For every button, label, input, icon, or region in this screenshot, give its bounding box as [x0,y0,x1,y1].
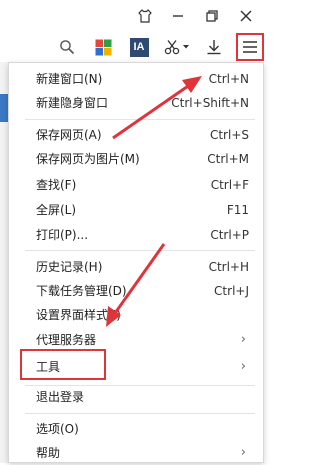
menu-item-label: 全屏(L) [36,203,77,217]
menu-item-new-window[interactable]: 新建窗口(N) Ctrl+N [9,67,263,91]
menu-item-find[interactable]: 查找(F) Ctrl+F [9,173,263,197]
menu-item-label: 帮助 [36,446,61,460]
main-menu: 新建窗口(N) Ctrl+N 新建隐身窗口 Ctrl+Shift+N 保存网页(… [8,62,264,463]
menu-item-label: 历史记录(H) [36,260,103,274]
menu-item-shortcut: Ctrl+M [207,152,249,166]
menu-item-label: 保存网页为图片(M) [36,152,140,166]
download-icon[interactable] [203,35,225,59]
menu-button[interactable] [236,33,264,61]
menu-item-shortcut: Ctrl+F [210,178,249,192]
close-button[interactable] [234,5,258,27]
menu-item-help[interactable]: 帮助 › [9,441,263,465]
menu-item-shortcut: F11 [226,203,249,217]
menu-item-label: 查找(F) [36,178,77,192]
page-background [0,62,8,463]
menu-item-label: 新建窗口(N) [36,72,103,86]
menu-divider [25,413,255,414]
menu-item-label: 新建隐身窗口 [36,96,109,110]
chevron-right-icon: › [240,445,246,460]
menu-item-label: 保存网页(A) [36,128,102,142]
hamburger-icon [243,41,257,53]
tools-highlight-box [20,349,106,380]
menu-item-download-manager[interactable]: 下载任务管理(D) Ctrl+J [9,279,263,303]
menu-item-fullscreen[interactable]: 全屏(L) F11 [9,198,263,222]
menu-item-logout[interactable]: 退出登录 [9,385,263,409]
menu-item-options[interactable]: 选项(O) [9,417,263,441]
menu-item-label: 退出登录 [36,390,85,404]
skin-icon[interactable] [133,5,157,27]
menu-item-shortcut: Ctrl+S [209,128,249,142]
menu-divider [25,119,255,120]
menu-item-label: 设置界面样式(I) [36,308,121,322]
menu-item-save-page-as-image[interactable]: 保存网页为图片(M) Ctrl+M [9,147,263,171]
apps-icon[interactable] [92,35,114,59]
menu-item-label: 打印(P)... [36,228,89,242]
menu-item-shortcut: Ctrl+P [210,228,249,242]
menu-item-history[interactable]: 历史记录(H) Ctrl+H [9,255,263,279]
chevron-right-icon: › [240,359,246,374]
chevron-right-icon: › [240,332,246,347]
menu-divider [25,250,255,251]
restore-button[interactable] [200,5,224,27]
menu-item-shortcut: Ctrl+H [208,260,249,274]
menu-item-label: 下载任务管理(D) [36,284,127,298]
title-bar [0,0,270,32]
page-accent-strip [0,94,8,122]
ia-button[interactable]: IA [128,35,150,59]
menu-item-label: 选项(O) [36,422,79,436]
menu-item-shortcut: Ctrl+Shift+N [171,96,249,110]
minimize-button[interactable] [166,5,190,27]
menu-item-print[interactable]: 打印(P)... Ctrl+P [9,223,263,247]
menu-item-new-incognito-window[interactable]: 新建隐身窗口 Ctrl+Shift+N [9,91,263,115]
ia-icon: IA [129,37,149,57]
menu-item-save-page[interactable]: 保存网页(A) Ctrl+S [9,123,263,147]
menu-item-shortcut: Ctrl+J [214,284,249,298]
screenshot-scissors-icon[interactable] [163,35,191,59]
menu-item-shortcut: Ctrl+N [208,72,249,86]
search-icon[interactable] [57,35,77,59]
menu-item-interface-style[interactable]: 设置界面样式(I) [9,303,263,327]
toolbar: IA [0,32,270,62]
